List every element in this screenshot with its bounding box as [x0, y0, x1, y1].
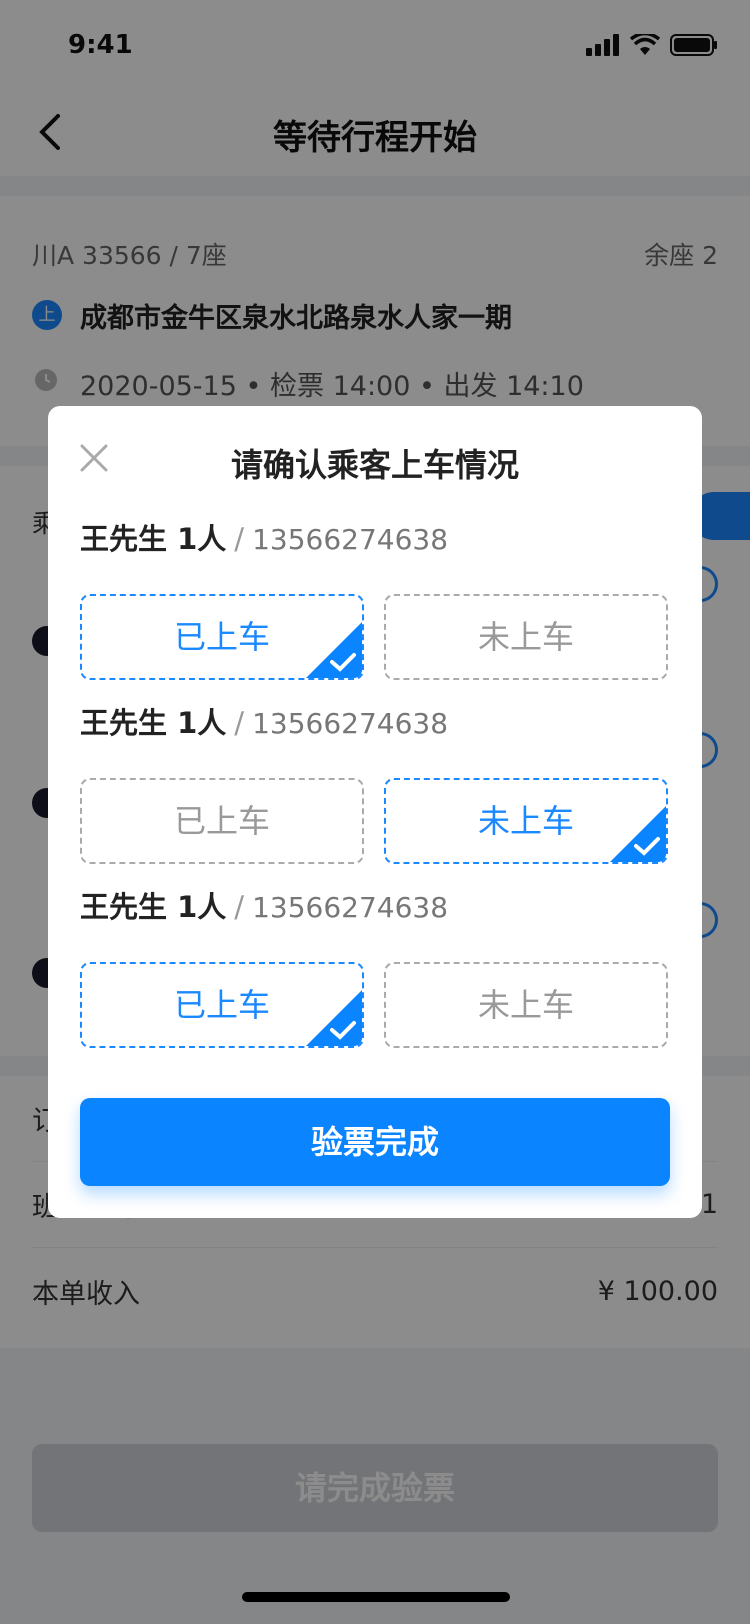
passenger-name: 王先生 1人 [80, 522, 227, 556]
passenger-info: 王先生 1人/13566274638 [80, 884, 670, 926]
separator: / [234, 706, 245, 740]
not-boarded-option[interactable]: 未上车 [384, 778, 668, 864]
check-icon [610, 806, 666, 862]
not-boarded-option[interactable]: 未上车 [384, 962, 668, 1048]
boarded-label: 已上车 [173, 802, 270, 840]
check-icon [306, 622, 362, 678]
passenger-info: 王先生 1人/13566274638 [80, 516, 670, 558]
boarded-option[interactable]: 已上车 [80, 778, 364, 864]
modal-title: 请确认乘客上车情况 [230, 446, 519, 484]
boarded-option[interactable]: 已上车 [80, 594, 364, 680]
boarded-option[interactable]: 已上车 [80, 962, 364, 1048]
check-icon [306, 990, 362, 1046]
not-boarded-label: 未上车 [477, 986, 574, 1024]
passenger-phone: 13566274638 [252, 891, 449, 924]
boarding-confirm-modal: 请确认乘客上车情况 王先生 1人/13566274638 已上车 未上车 王先生… [48, 406, 702, 1218]
confirm-check-button[interactable]: 验票完成 [80, 1098, 670, 1186]
boarded-label: 已上车 [173, 618, 270, 656]
passenger-name: 王先生 1人 [80, 706, 227, 740]
passenger-phone: 13566274638 [252, 707, 449, 740]
passenger-info: 王先生 1人/13566274638 [80, 700, 670, 742]
passenger-name: 王先生 1人 [80, 890, 227, 924]
separator: / [234, 522, 245, 556]
boarded-label: 已上车 [173, 986, 270, 1024]
not-boarded-label: 未上车 [477, 802, 574, 840]
not-boarded-option[interactable]: 未上车 [384, 594, 668, 680]
separator: / [234, 890, 245, 924]
passenger-phone: 13566274638 [252, 523, 449, 556]
not-boarded-label: 未上车 [477, 618, 574, 656]
